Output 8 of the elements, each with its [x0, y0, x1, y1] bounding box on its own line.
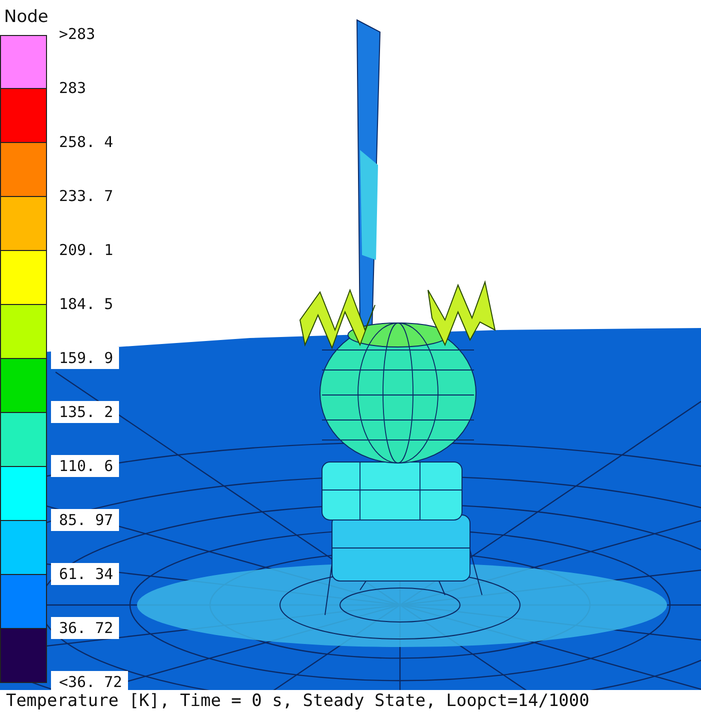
- legend-value: 61. 34: [51, 563, 120, 585]
- legend-value: 36. 72: [51, 617, 120, 639]
- legend-value: 159. 9: [51, 347, 120, 369]
- legend-value: 110. 6: [51, 455, 120, 477]
- legend-value: <36. 72: [51, 671, 128, 690]
- legend-title: Node: [3, 6, 48, 29]
- legend-value: 135. 2: [51, 401, 120, 423]
- legend-value: 85. 97: [51, 509, 120, 531]
